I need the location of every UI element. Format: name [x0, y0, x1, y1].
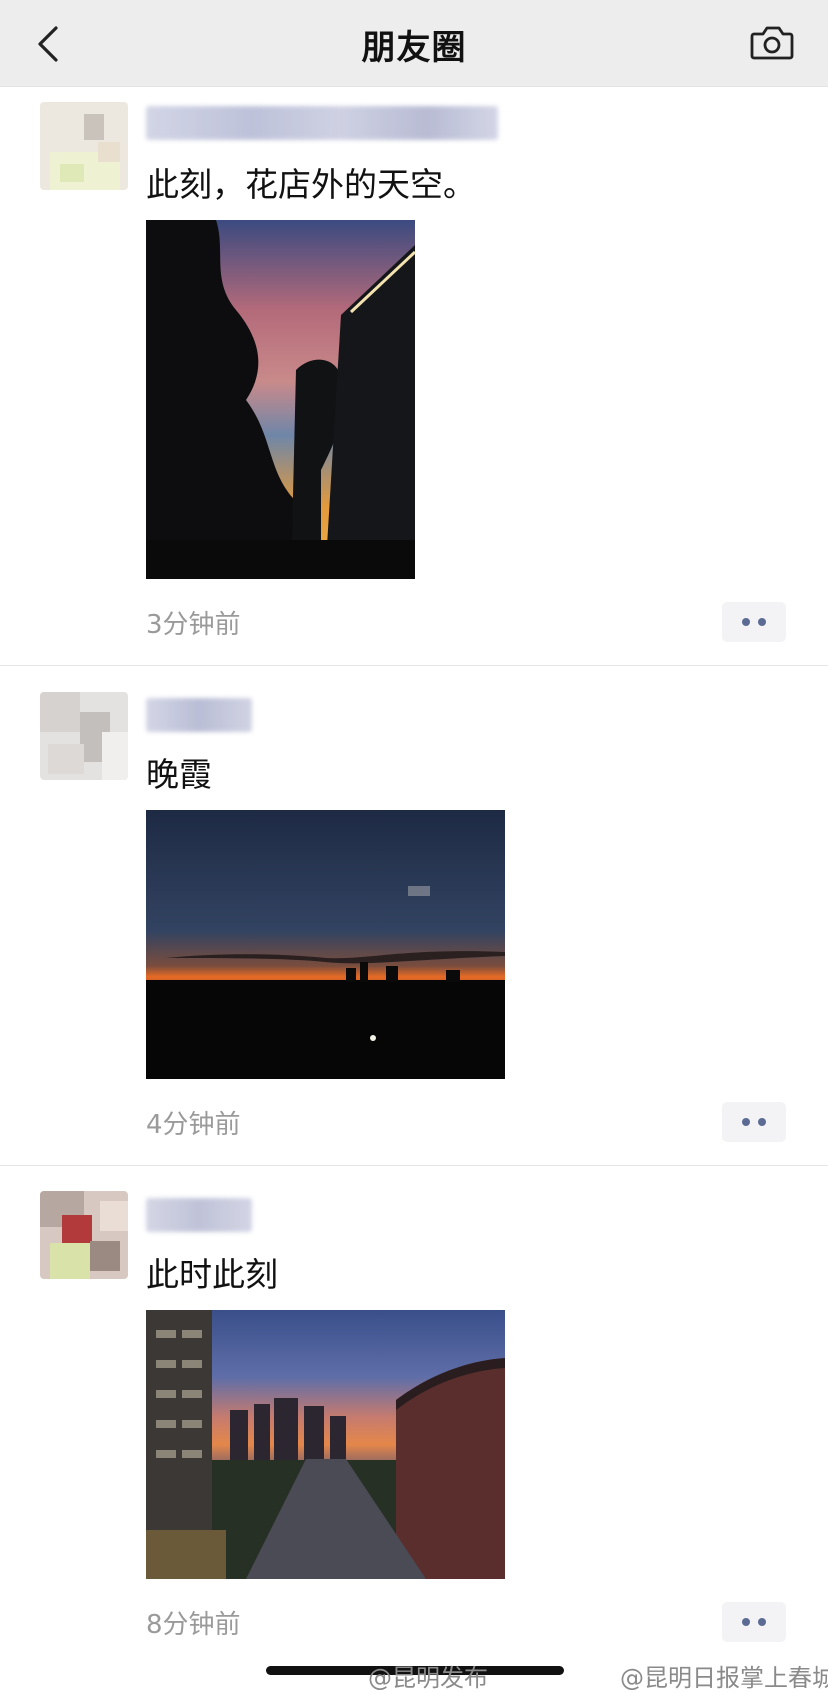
post-timestamp: 3分钟前: [146, 610, 241, 640]
blurred-avatar-image: [40, 1191, 128, 1279]
avatar[interactable]: [40, 692, 128, 780]
dot-icon: [758, 1118, 766, 1126]
post-text: 晚霞: [146, 755, 212, 794]
post-photo-sunset-trees[interactable]: [146, 220, 415, 579]
post-divider: [0, 1165, 828, 1166]
avatar[interactable]: [40, 102, 128, 190]
blurred-avatar-image: [40, 102, 128, 190]
post-timestamp: 8分钟前: [146, 1610, 241, 1640]
top-nav-bar: 朋友圈: [0, 0, 828, 87]
dot-icon: [742, 618, 750, 626]
post-timestamp: 4分钟前: [146, 1110, 241, 1140]
watermark-left: @昆明发布: [368, 1664, 488, 1692]
post-divider: [0, 665, 828, 666]
camera-icon: [750, 26, 794, 60]
watermark-right: @昆明日报掌上春城: [620, 1664, 828, 1692]
page-title: 朋友圈: [361, 28, 467, 68]
post-photo-sunset-city[interactable]: [146, 810, 505, 1079]
sunset-photo-image: [146, 220, 415, 579]
dot-icon: [742, 1618, 750, 1626]
blurred-nickname[interactable]: [146, 1198, 252, 1232]
post-text: 此刻，花店外的天空。: [146, 165, 476, 204]
more-actions-button[interactable]: [722, 602, 786, 642]
camera-button[interactable]: [748, 20, 796, 66]
post-photo-sunset-street[interactable]: [146, 1310, 505, 1579]
sunset-photo-image: [146, 810, 505, 1079]
more-actions-button[interactable]: [722, 1102, 786, 1142]
blurred-avatar-image: [40, 692, 128, 780]
sunset-photo-image: [146, 1310, 505, 1579]
blurred-nickname[interactable]: [146, 106, 498, 140]
dot-icon: [758, 618, 766, 626]
avatar[interactable]: [40, 1191, 128, 1279]
blurred-nickname[interactable]: [146, 698, 252, 732]
dot-icon: [758, 1618, 766, 1626]
dot-icon: [742, 1118, 750, 1126]
more-actions-button[interactable]: [722, 1602, 786, 1642]
post-text: 此时此刻: [146, 1255, 278, 1294]
